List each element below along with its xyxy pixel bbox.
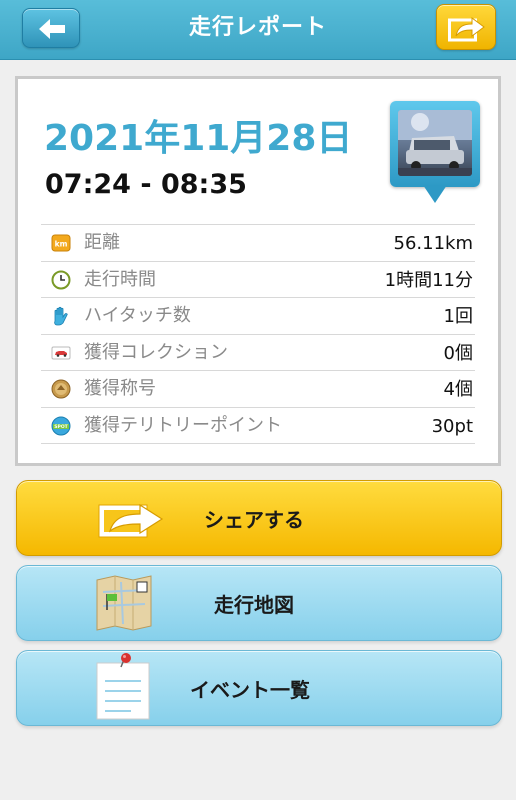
spot-icon-text: SPOT	[54, 424, 68, 430]
distance-icon-text: km	[55, 240, 68, 249]
stat-row-titles: 獲得称号 4個	[41, 371, 475, 408]
stats-list: km 距離 56.11km 走行時間 1時間11分 ハイタッチ数 1回 獲得コレ…	[41, 224, 475, 444]
stat-label-territory-points: 獲得テリトリーポイント	[84, 414, 282, 436]
event-list-button-label: イベント一覧	[190, 677, 310, 702]
event-list-button[interactable]: イベント一覧	[16, 650, 502, 726]
share-button[interactable]: シェアする	[16, 480, 502, 556]
car-card-icon	[51, 346, 71, 359]
stat-value-high-touch: 1回	[443, 306, 473, 327]
stat-label-distance: 距離	[84, 232, 120, 253]
distance-km-icon: km	[51, 234, 71, 252]
medal-icon	[51, 379, 71, 399]
stat-label-high-touch: ハイタッチ数	[84, 305, 191, 326]
map-icon	[96, 575, 152, 631]
share-button-label: シェアする	[204, 507, 304, 532]
stat-value-titles: 4個	[443, 379, 473, 400]
memo-pin-icon	[96, 653, 150, 720]
stat-row-drive-time: 走行時間 1時間11分	[41, 262, 475, 298]
back-button[interactable]	[22, 8, 80, 48]
clock-icon	[51, 270, 71, 289]
stat-label-drive-time: 走行時間	[84, 268, 156, 290]
pin-tip	[423, 185, 447, 203]
stat-row-distance: km 距離 56.11km	[41, 225, 475, 262]
report-date: 2021年11月28日	[44, 118, 353, 159]
hand-icon	[54, 306, 68, 326]
spot-icon: SPOT	[51, 416, 71, 435]
report-time-range: 07:24 - 08:35	[45, 169, 247, 200]
stat-label-titles: 獲得称号	[84, 378, 156, 399]
stat-label-collection: 獲得コレクション	[84, 341, 228, 363]
photo-frame	[390, 101, 480, 187]
photo-pin[interactable]	[390, 101, 480, 213]
stat-value-territory-points: 30pt	[431, 415, 473, 437]
header-bar: 走行レポート	[0, 0, 516, 60]
drive-map-button[interactable]: 走行地図	[16, 565, 502, 641]
stat-value-distance: 56.11km	[393, 233, 474, 254]
stat-row-territory-points: SPOT 獲得テリトリーポイント 30pt	[41, 408, 475, 444]
car-photo	[398, 110, 472, 176]
share-header-button[interactable]	[436, 4, 496, 50]
stat-row-collection: 獲得コレクション 0個	[41, 335, 475, 371]
share-icon	[448, 17, 485, 42]
report-card: 2021年11月28日 07:24 - 08:35 km 距離 56.11km …	[15, 76, 501, 466]
back-arrow-icon	[39, 19, 65, 39]
drive-map-button-label: 走行地図	[214, 592, 294, 617]
share-icon	[98, 503, 164, 538]
stat-row-high-touch: ハイタッチ数 1回	[41, 298, 475, 335]
stat-value-collection: 0個	[443, 342, 473, 364]
stat-value-drive-time: 1時間11分	[384, 269, 473, 291]
